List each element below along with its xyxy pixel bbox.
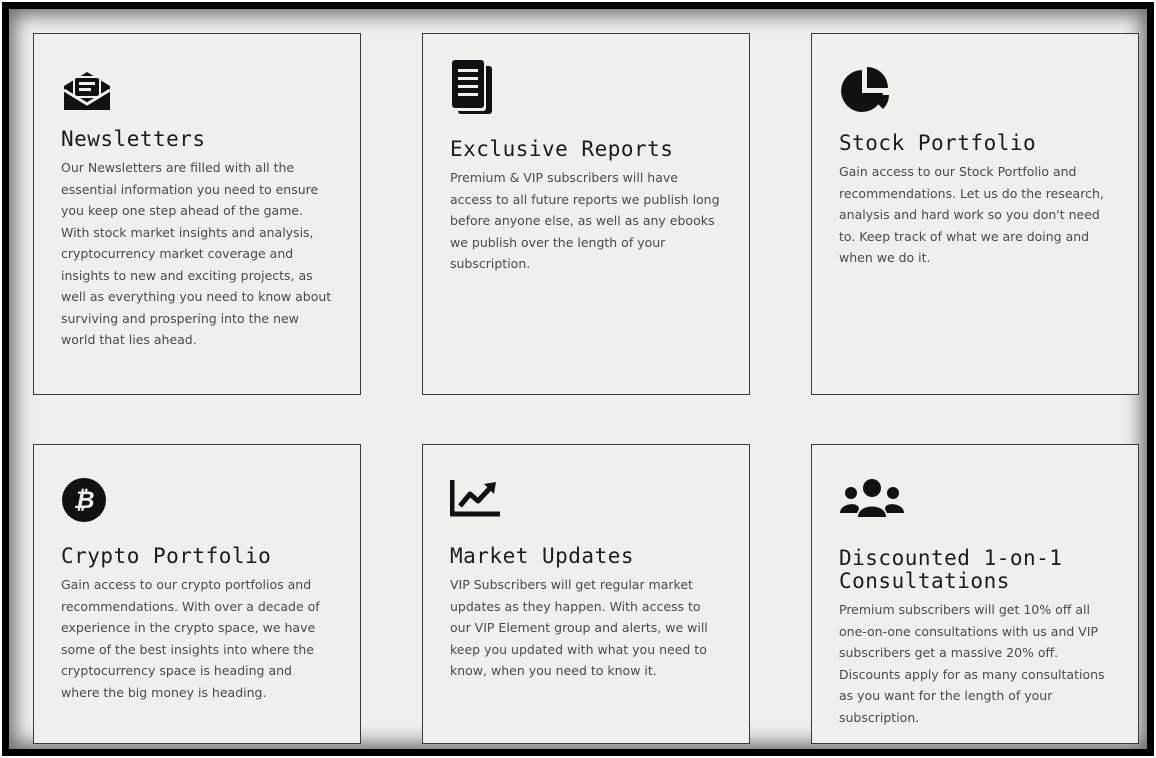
feature-card-market-updates: Market Updates VIP Subscribers will get … bbox=[422, 444, 750, 744]
card-title: Crypto Portfolio bbox=[61, 544, 272, 568]
feature-card-newsletters: Newsletters Our Newsletters are filled w… bbox=[33, 33, 361, 395]
card-description: Our Newsletters are filled with all the … bbox=[61, 160, 332, 347]
card-description: Gain access to our Stock Portfolio and r… bbox=[839, 164, 1104, 265]
feature-card-consultations: Discounted 1-on-1 Consultations Premium … bbox=[811, 444, 1139, 744]
card-description: Premium & VIP subscribers will have acce… bbox=[450, 170, 720, 271]
users-icon bbox=[839, 479, 1111, 519]
card-title: Stock Portfolio bbox=[839, 131, 1037, 155]
feature-card-stock-portfolio: Stock Portfolio Gain access to our Stock… bbox=[811, 33, 1139, 395]
bitcoin-icon: ₿ bbox=[61, 477, 333, 523]
documents-icon bbox=[450, 60, 722, 116]
svg-text:₿: ₿ bbox=[73, 486, 94, 514]
card-title: Exclusive Reports bbox=[450, 137, 674, 161]
card-description: Premium subscribers will get 10% off all… bbox=[839, 602, 1105, 725]
card-description: Gain access to our crypto portfolios and… bbox=[61, 577, 320, 700]
card-title: Discounted 1-on-1 Consultations bbox=[839, 546, 1063, 593]
card-title: Newsletters bbox=[61, 127, 206, 151]
pie-chart-icon bbox=[839, 67, 1111, 113]
envelope-open-text-icon bbox=[61, 70, 333, 112]
features-panel: Newsletters Our Newsletters are filled w… bbox=[2, 2, 1154, 756]
feature-card-crypto-portfolio: ₿ Crypto Portfolio Gain access to our cr… bbox=[33, 444, 361, 744]
card-description: VIP Subscribers will get regular market … bbox=[450, 577, 708, 678]
chart-line-icon bbox=[450, 478, 722, 518]
card-title: Market Updates bbox=[450, 544, 635, 568]
feature-card-exclusive-reports: Exclusive Reports Premium & VIP subscrib… bbox=[422, 33, 750, 395]
